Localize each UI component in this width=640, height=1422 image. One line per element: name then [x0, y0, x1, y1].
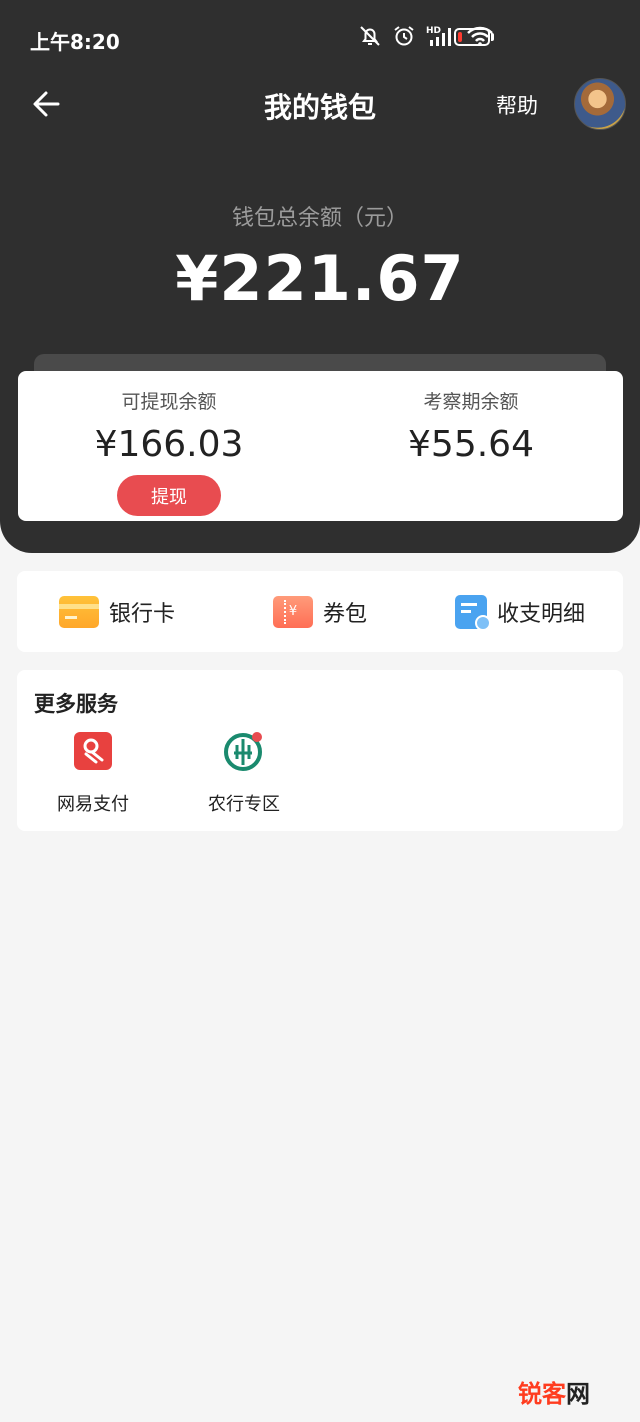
- bank-card-label: 银行卡: [109, 601, 176, 627]
- balance-card: 可提现余额 ¥166.03 提现 考察期余额 ¥55.64: [18, 371, 623, 521]
- signal-hd-icon: HD: [426, 26, 451, 46]
- coupon-label: 券包: [323, 601, 368, 627]
- transaction-details-icon: [455, 594, 491, 631]
- more-services-title: 更多服务: [34, 692, 118, 716]
- alarm-icon: [394, 26, 414, 46]
- withdrawable-label: 可提现余额: [121, 391, 217, 413]
- watermark-part2: 网: [566, 1380, 590, 1408]
- watermark-part1: 锐客: [518, 1380, 566, 1408]
- abc-bank-service[interactable]: 农行专区: [184, 732, 304, 816]
- total-balance-amount: ¥221.67: [175, 242, 465, 315]
- status-bar: 上午8:20 HD: [0, 0, 640, 78]
- battery-low-icon: [454, 28, 490, 46]
- status-time: 上午8:20: [30, 30, 120, 54]
- transaction-details-label: 收支明细: [497, 601, 586, 627]
- withdrawable-amount: ¥166.03: [94, 424, 244, 465]
- avatar[interactable]: [574, 78, 626, 130]
- coupon-link[interactable]: ¥ 券包: [273, 571, 367, 652]
- abc-bank-label: 农行专区: [208, 794, 280, 815]
- abc-bank-icon: [224, 732, 263, 771]
- battery-tip: [491, 33, 494, 41]
- help-button[interactable]: 帮助: [496, 90, 538, 120]
- quick-links-card: 银行卡 ¥ 券包 收支明细: [17, 571, 623, 652]
- page-title: 我的钱包: [263, 91, 376, 124]
- review-period-amount: ¥55.64: [408, 424, 534, 465]
- bank-card-link[interactable]: 银行卡: [59, 571, 175, 652]
- review-column: 考察期余额 ¥55.64: [320, 371, 622, 465]
- watermark-logo: 锐客网: [518, 1374, 590, 1409]
- wallet-header: 上午8:20 HD 我的钱包 帮助 钱包总余额（元） ¥221.67 可提现余额…: [0, 0, 640, 553]
- withdraw-button[interactable]: 提现: [117, 475, 221, 516]
- withdrawable-column: 可提现余额 ¥166.03: [18, 371, 320, 465]
- bell-muted-icon: [360, 26, 380, 46]
- more-services-card: 更多服务 网易支付 农行专区: [17, 670, 623, 831]
- svg-text:HD: HD: [426, 26, 441, 36]
- netease-pay-label: 网易支付: [57, 794, 129, 815]
- battery-level: [458, 32, 462, 42]
- netease-pay-icon: [74, 732, 112, 770]
- total-balance-label: 钱包总余额（元）: [231, 206, 408, 231]
- transaction-details-link[interactable]: 收支明细: [455, 571, 585, 652]
- review-period-label: 考察期余额: [423, 391, 519, 413]
- netease-pay-service[interactable]: 网易支付: [33, 732, 153, 816]
- bank-card-icon: [59, 595, 99, 628]
- coupon-icon: ¥: [273, 595, 313, 628]
